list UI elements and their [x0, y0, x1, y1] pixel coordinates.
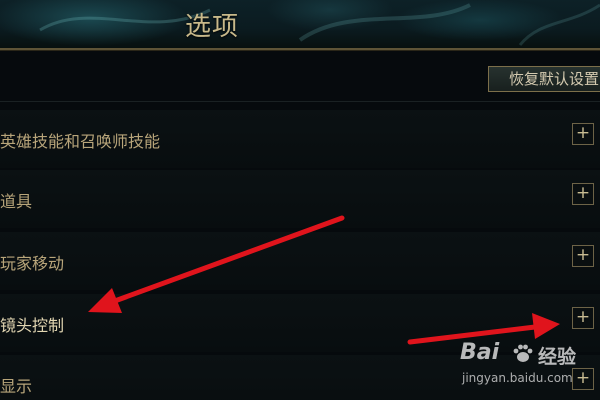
options-window: 选项 恢复默认设置 英雄技能和召唤师技能 + 道具 + 玩家移动 + 镜头控制 …	[0, 0, 600, 400]
watermark-brand: Bai	[460, 340, 500, 365]
baidu-jingyan-watermark: Bai 经验 jingyan.baidu.com	[460, 340, 600, 395]
paw-icon	[513, 344, 533, 362]
watermark-url: jingyan.baidu.com	[462, 371, 573, 385]
arrow-to-expand-button	[407, 313, 560, 345]
arrow-to-camera-control	[88, 215, 345, 313]
watermark-brand-cn: 经验	[538, 346, 577, 368]
